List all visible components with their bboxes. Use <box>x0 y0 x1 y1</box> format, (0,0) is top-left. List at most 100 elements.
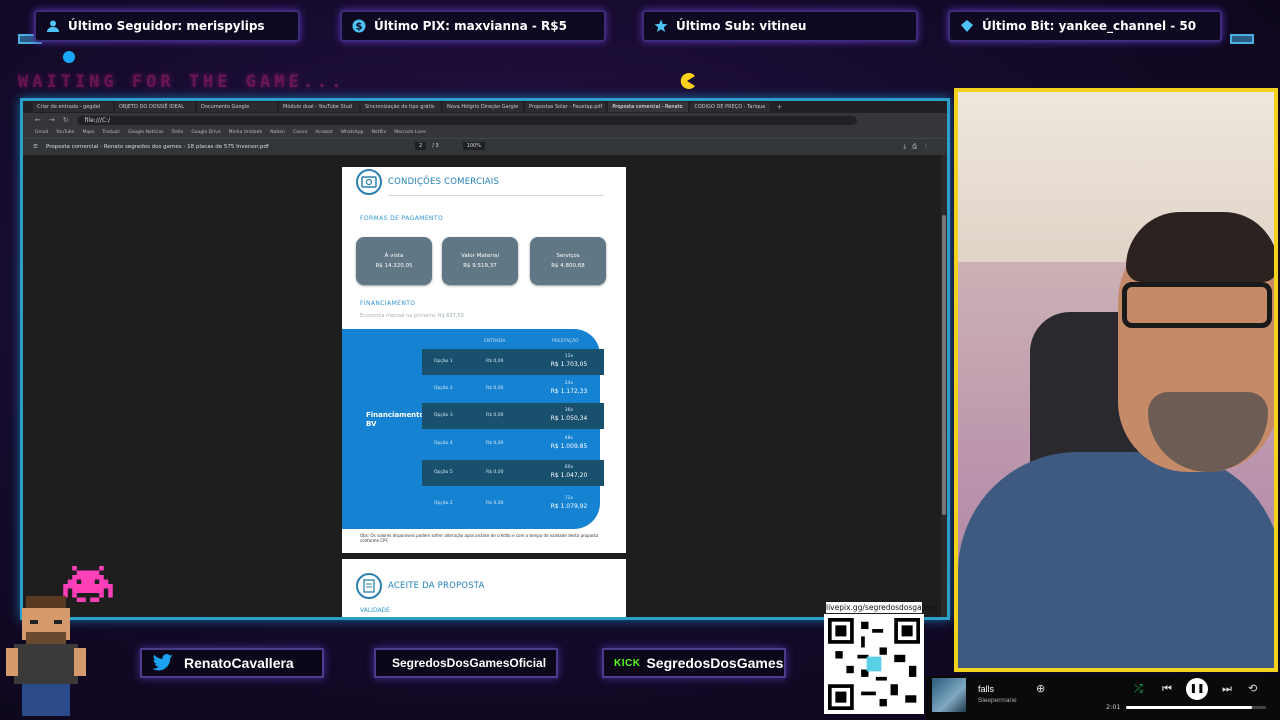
row-parcelas: 36x <box>564 408 574 413</box>
bookmark-item[interactable]: Mercado Livre <box>394 130 426 135</box>
financing-note-label: Economia mensal na primeira: <box>360 313 437 319</box>
browser-tab[interactable]: Propostas Solar - Fauetap.pdf <box>525 102 607 112</box>
browser-tab[interactable]: OBJETO DO DOSSIÊ IDEAL <box>115 102 195 112</box>
financing-label-line1: Financiamento <box>366 411 425 419</box>
shuffle-icon[interactable]: ⤮ <box>1134 682 1143 696</box>
page-total: / 3 <box>432 143 439 149</box>
bookmark-item[interactable]: Google Drive <box>191 130 220 135</box>
new-tab-button[interactable]: + <box>772 103 786 111</box>
row-prestacao: 24x R$ 1.172,33 <box>544 380 594 397</box>
glasses <box>1122 282 1272 328</box>
person-hair <box>1126 212 1274 282</box>
section-title: ACEITE DA PROPOSTA <box>388 581 485 591</box>
row-prestacao: 36x R$ 1.050,34 <box>544 407 594 424</box>
document-icon <box>356 573 382 599</box>
pdf-page: ACEITE DA PROPOSTA VALIDADE <box>342 559 626 617</box>
scrollbar[interactable] <box>941 155 947 617</box>
pdf-page: CONDIÇÕES COMERCIAIS FORMAS DE PAGAMENTO… <box>342 167 626 553</box>
browser-tab[interactable]: Documento Google <box>197 102 277 112</box>
person-shirt <box>958 452 1274 668</box>
scrollbar-thumb[interactable] <box>942 215 946 515</box>
add-icon[interactable]: ⊕ <box>1036 682 1045 695</box>
bookmark-item[interactable]: Maps <box>82 130 94 135</box>
row-option: Opção 5 <box>434 470 453 475</box>
bookmark-item[interactable]: Canva <box>293 130 307 135</box>
payment-heading: FORMAS DE PAGAMENTO <box>360 215 444 222</box>
bookmarks-bar: Gmail YouTube Maps Traduzir Google Notíc… <box>23 127 947 139</box>
alert-last-sub: Último Sub: vitineu <box>642 10 918 42</box>
zoom-input[interactable]: 100% <box>462 142 485 150</box>
money-icon <box>356 169 382 195</box>
forward-icon[interactable]: → <box>49 116 55 124</box>
decor-square-right <box>1230 34 1254 44</box>
payment-label: À vista <box>384 253 404 259</box>
alert-last-pix: $ Último PIX: maxvianna - R$5 <box>340 10 606 42</box>
payment-label: Valor Material <box>461 253 499 259</box>
financing-row: Opção 1 R$ 0,00 12x R$ 1.703,05 <box>422 349 604 375</box>
row-prestacao: 72x R$ 1.079,92 <box>544 495 594 512</box>
row-prestacao: 48x R$ 1.009,85 <box>544 435 594 452</box>
row-option: Opção 3 <box>434 413 453 418</box>
url-input[interactable]: file:///C:/ <box>76 115 857 125</box>
row-entrada: R$ 0,00 <box>486 386 504 391</box>
row-parcelas: 72x <box>564 496 574 501</box>
browser-tab[interactable]: Sincronização do tipo grátis <box>361 102 441 112</box>
financing-label: Financiamento BV <box>366 411 424 429</box>
screen-capture-window: Criar de entrada - gegdel OBJETO DO DOSS… <box>20 98 950 620</box>
previous-icon[interactable]: ⏮ <box>1162 682 1172 696</box>
browser-tab-active[interactable]: Proposta comercial - Renato <box>608 102 689 112</box>
song-artist: Sleepermane <box>978 697 1017 704</box>
bookmark-item[interactable]: Notion <box>270 130 285 135</box>
section-header: CONDIÇÕES COMERCIAIS <box>356 169 499 195</box>
browser-tab[interactable]: CODIGO DE PREÇO - Tarique <box>690 102 771 112</box>
pause-button[interactable]: ❚❚ <box>1186 678 1208 700</box>
financing-table: ENTRADA PRESTAÇÃO Financiamento BV Opção… <box>342 329 604 529</box>
bookmark-item[interactable]: Trello <box>171 130 183 135</box>
row-entrada: R$ 0,00 <box>486 501 504 506</box>
financing-note-value: R$ 637,50 <box>438 313 464 319</box>
row-parcelas: 48x <box>564 436 574 441</box>
pacman-icon <box>680 73 695 89</box>
social-kick: KICK SegredosDosGames <box>602 648 786 678</box>
bookmark-item[interactable]: YouTube <box>56 130 74 135</box>
bookmark-item[interactable]: Traduzir <box>102 130 120 135</box>
waiting-for-game-text: WAITING FOR THE GAME... <box>18 72 346 92</box>
row-valor: R$ 1.009,85 <box>550 443 588 450</box>
bookmark-item[interactable]: Netflix <box>372 130 387 135</box>
bookmark-item[interactable]: Google Notícias <box>128 130 163 135</box>
alert-sub-text: Último Sub: vitineu <box>676 19 807 33</box>
kick-icon: KICK <box>614 657 641 669</box>
browser-tab[interactable]: Nova Hólgrio Direção Gargie <box>443 102 523 112</box>
download-print-icons[interactable]: ⤓⎙⋮ <box>904 143 935 151</box>
pdf-page-controls: 2 / 3 100% <box>415 142 485 150</box>
menu-icon[interactable]: ☰ <box>33 144 38 150</box>
page-number-input[interactable]: 2 <box>415 142 427 150</box>
browser-tab-bar: Criar de entrada - gegdel OBJETO DO DOSS… <box>23 101 947 113</box>
reload-icon[interactable]: ↻ <box>63 116 69 124</box>
footnote: Obs: Os valores disponíveis podem sofrer… <box>360 533 599 543</box>
next-icon[interactable]: ⏭ <box>1222 682 1232 696</box>
repeat-icon[interactable]: ⟲ <box>1248 682 1257 695</box>
row-valor: R$ 1.172,33 <box>550 388 588 395</box>
alert-pix-text: Último PIX: maxvianna - R$5 <box>374 19 567 33</box>
browser-tab[interactable]: Criar de entrada - gegdel <box>33 102 113 112</box>
row-prestacao: 60x R$ 1.047,20 <box>544 464 594 481</box>
pdf-viewer[interactable]: CONDIÇÕES COMERCIAIS FORMAS DE PAGAMENTO… <box>23 155 947 617</box>
financing-row: Opção 4 R$ 0,00 48x R$ 1.009,85 <box>422 431 604 457</box>
alert-last-bit: Último Bit: yankee_channel - 50 <box>948 10 1222 42</box>
financing-note: Economia mensal na primeira: R$ 637,50 <box>360 313 464 319</box>
row-valor: R$ 1.703,05 <box>550 361 588 368</box>
alert-bit-text: Último Bit: yankee_channel - 50 <box>982 19 1197 33</box>
bookmark-item[interactable]: WhatsApp <box>341 130 364 135</box>
address-bar: ← → ↻ file:///C:/ <box>23 113 947 127</box>
col-entrada: ENTRADA <box>484 339 506 344</box>
back-icon[interactable]: ← <box>35 116 41 124</box>
progress-bar[interactable] <box>1126 706 1266 709</box>
bookmark-item[interactable]: Gmail <box>35 130 48 135</box>
twitter-icon <box>152 654 173 671</box>
bookmark-item[interactable]: Acrobat <box>315 130 332 135</box>
bookmark-item[interactable]: Minha Unidade <box>229 130 263 135</box>
twitter-handle: RenatoCavallera <box>184 655 294 671</box>
browser-tab[interactable]: Módulo dual - YouTube Stud <box>279 102 359 112</box>
row-valor: R$ 1.079,92 <box>550 503 588 510</box>
